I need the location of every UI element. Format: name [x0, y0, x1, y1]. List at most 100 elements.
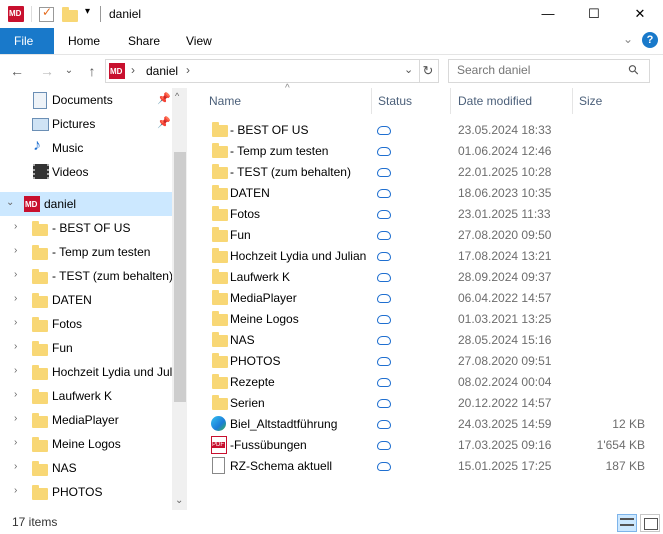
- sidebar-item-folder[interactable]: › Laufwerk K: [0, 384, 172, 408]
- file-row[interactable]: NAS 28.05.2024 15:16: [207, 329, 659, 350]
- column-divider[interactable]: [572, 88, 573, 114]
- column-header-status[interactable]: Status: [378, 94, 412, 108]
- file-row[interactable]: Serien 20.12.2022 14:57: [207, 392, 659, 413]
- expand-ribbon-icon[interactable]: ⌄: [623, 32, 633, 46]
- breadcrumb-separator-icon[interactable]: ›: [131, 63, 135, 77]
- tab-home[interactable]: Home: [54, 28, 114, 54]
- sidebar-item-folder[interactable]: › - BEST OF US: [0, 216, 172, 240]
- sidebar-item-videos[interactable]: Videos: [0, 160, 172, 184]
- chevron-right-icon[interactable]: ›: [14, 245, 17, 256]
- breadcrumb-daniel[interactable]: daniel: [146, 64, 178, 78]
- details-view-button[interactable]: [617, 514, 637, 532]
- up-button[interactable]: ↑: [83, 62, 101, 80]
- chevron-down-icon[interactable]: ⌄: [6, 197, 14, 208]
- column-header-name[interactable]: Name: [209, 94, 241, 108]
- cloud-icon: [377, 189, 391, 198]
- sidebar-item-pictures[interactable]: Pictures 📌: [0, 112, 172, 136]
- address-dropdown-icon[interactable]: ⌄: [404, 63, 413, 76]
- file-name: Laufwerk K: [230, 270, 291, 284]
- file-row[interactable]: Fotos 23.01.2025 11:33: [207, 203, 659, 224]
- chevron-right-icon[interactable]: ›: [14, 317, 17, 328]
- cloud-icon: [377, 420, 391, 429]
- recent-locations-button[interactable]: ⌄: [60, 62, 78, 80]
- sidebar-item-music[interactable]: ♪ Music: [0, 136, 172, 160]
- file-row[interactable]: MediaPlayer 06.04.2022 14:57: [207, 287, 659, 308]
- chevron-right-icon[interactable]: ›: [14, 485, 17, 496]
- file-row[interactable]: - TEST (zum behalten) 22.01.2025 10:28: [207, 161, 659, 182]
- file-row[interactable]: Fun 27.08.2020 09:50: [207, 224, 659, 245]
- app-md-icon[interactable]: MD: [8, 6, 24, 22]
- file-name: - TEST (zum behalten): [230, 165, 351, 179]
- column-header-date[interactable]: Date modified: [458, 94, 532, 108]
- search-input[interactable]: [457, 63, 617, 77]
- breadcrumb-separator-icon[interactable]: ›: [186, 63, 190, 77]
- scroll-up-icon[interactable]: ^: [175, 91, 179, 101]
- search-box[interactable]: ⚲: [448, 59, 650, 83]
- chevron-right-icon[interactable]: ›: [14, 365, 17, 376]
- close-button[interactable]: ✕: [617, 0, 663, 28]
- file-date: 23.01.2025 11:33: [458, 207, 551, 221]
- file-name: Fotos: [230, 207, 261, 221]
- file-date: 17.08.2024 13:21: [458, 249, 552, 263]
- file-row[interactable]: Meine Logos 01.03.2021 13:25: [207, 308, 659, 329]
- maximize-button[interactable]: ☐: [571, 0, 617, 28]
- file-name: Meine Logos: [230, 312, 299, 326]
- chevron-right-icon[interactable]: ›: [14, 389, 17, 400]
- tab-share[interactable]: Share: [114, 28, 174, 54]
- help-icon[interactable]: ?: [642, 32, 658, 48]
- chevron-right-icon[interactable]: ›: [14, 341, 17, 352]
- column-divider[interactable]: [371, 88, 372, 114]
- tab-file[interactable]: File: [0, 28, 54, 54]
- sidebar-item-folder[interactable]: › DATEN: [0, 288, 172, 312]
- tab-view[interactable]: View: [172, 28, 226, 54]
- large-icons-view-button[interactable]: [640, 514, 660, 532]
- cloud-icon: [377, 168, 391, 177]
- scroll-down-icon[interactable]: ⌄: [175, 495, 183, 506]
- search-icon[interactable]: ⚲: [625, 61, 643, 79]
- forward-button[interactable]: →: [38, 62, 56, 80]
- address-bar[interactable]: MD › daniel › ⌄: [105, 59, 420, 83]
- sidebar-item-folder[interactable]: › NAS: [0, 456, 172, 480]
- sidebar-item-folder[interactable]: › PHOTOS: [0, 480, 172, 504]
- sidebar-item-label: Pictures: [52, 117, 96, 131]
- window-title: daniel: [109, 7, 142, 21]
- chevron-right-icon[interactable]: ›: [14, 437, 17, 448]
- cloud-icon: [377, 147, 391, 156]
- file-row[interactable]: Laufwerk K 28.09.2024 09:37: [207, 266, 659, 287]
- sidebar-item-documents[interactable]: Documents 📌: [0, 88, 172, 112]
- pin-icon[interactable]: 📌: [157, 116, 171, 129]
- chevron-right-icon[interactable]: ›: [14, 461, 17, 472]
- cloud-icon: [377, 357, 391, 366]
- sidebar-item-folder[interactable]: › - TEST (zum behalten): [0, 264, 173, 288]
- file-row[interactable]: - Temp zum testen 01.06.2024 12:46: [207, 140, 659, 161]
- refresh-button[interactable]: ↻: [418, 59, 439, 83]
- sidebar-item-folder[interactable]: › - Temp zum testen: [0, 240, 172, 264]
- column-header-size[interactable]: Size: [579, 94, 602, 108]
- sidebar-item-daniel[interactable]: ⌄ MD daniel: [0, 192, 172, 216]
- file-row[interactable]: PDF -Fussübungen 17.03.2025 09:16 1'654 KB: [207, 434, 659, 455]
- pin-icon[interactable]: 📌: [157, 92, 171, 105]
- back-button[interactable]: ←: [8, 62, 26, 80]
- chevron-right-icon[interactable]: ›: [14, 413, 17, 424]
- sidebar-item-folder[interactable]: › MediaPlayer: [0, 408, 172, 432]
- sidebar-item-folder[interactable]: › Meine Logos: [0, 432, 172, 456]
- file-row[interactable]: Biel_Altstadtführung 24.03.2025 14:59 12 K…: [207, 413, 659, 434]
- column-divider[interactable]: [450, 88, 451, 114]
- sidebar-item-folder[interactable]: › Fotos: [0, 312, 172, 336]
- sidebar-item-folder[interactable]: › Fun: [0, 336, 172, 360]
- file-row[interactable]: Hochzeit Lydia und Julian 17.08.2024 13:2…: [207, 245, 659, 266]
- customize-toolbar-icon[interactable]: ▾: [85, 6, 90, 17]
- file-row[interactable]: - BEST OF US 23.05.2024 18:33: [207, 119, 659, 140]
- chevron-right-icon[interactable]: ›: [14, 293, 17, 304]
- minimize-button[interactable]: —: [525, 0, 571, 28]
- file-name: Rezepte: [230, 375, 275, 389]
- file-row[interactable]: DATEN 18.06.2023 10:35: [207, 182, 659, 203]
- sidebar-item-folder[interactable]: › Hochzeit Lydia und Jul: [0, 360, 172, 384]
- properties-icon[interactable]: ✓: [39, 5, 54, 22]
- chevron-right-icon[interactable]: ›: [14, 269, 17, 280]
- chevron-right-icon[interactable]: ›: [14, 221, 17, 232]
- file-row[interactable]: PHOTOS 27.08.2020 09:51: [207, 350, 659, 371]
- file-row[interactable]: Rezepte 08.02.2024 00:04: [207, 371, 659, 392]
- file-row[interactable]: RZ-Schema aktuell 15.01.2025 17:25 187 KB: [207, 455, 659, 476]
- nav-scrollbar-thumb[interactable]: [174, 152, 186, 402]
